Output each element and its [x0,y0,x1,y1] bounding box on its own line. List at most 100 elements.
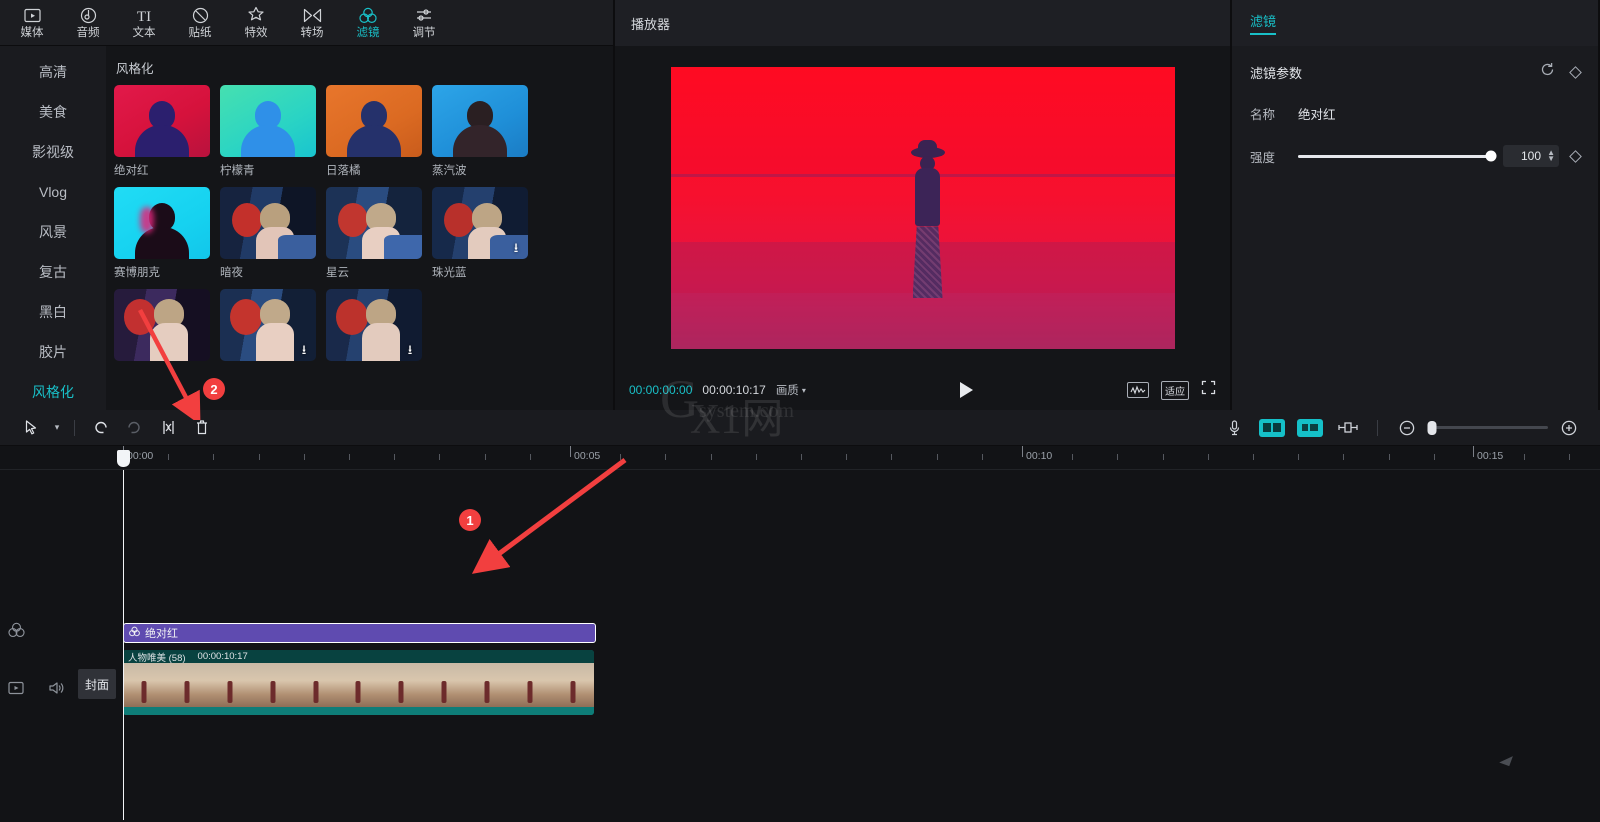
waveform-scope-icon[interactable] [1127,382,1149,398]
ruler-tick-minor [304,454,305,460]
ruler-tick-minor [1117,454,1118,460]
playhead-handle[interactable] [117,450,130,467]
filter-card-row3-2[interactable]: ⭳ [220,289,316,366]
strength-value-field[interactable]: 100 ▲▼ [1503,145,1559,167]
tab-filter[interactable]: 滤镜 [340,1,396,45]
download-icon[interactable]: ⭳ [509,241,523,255]
player-stage[interactable] [615,46,1230,370]
quantity-stepper[interactable]: ▲▼ [1547,150,1555,162]
fullscreen-icon[interactable] [1201,380,1216,400]
filter-card-dark-night[interactable]: 暗夜 [220,187,316,280]
frame-subject [442,681,447,703]
ruler-tick-minor [394,454,395,460]
download-icon[interactable]: ⭳ [297,343,311,357]
player-panel: 播放器 00:00:00:00 00:00:10:17 画质 [613,0,1232,410]
redo-button[interactable] [117,413,151,443]
filter-card-row3-3[interactable]: ⭳ [326,289,422,366]
filter-card-label: 柠檬青 [220,162,316,178]
tab-effects[interactable]: 特效 [228,1,284,45]
strength-keyframe-icon[interactable] [1569,150,1582,163]
ruler-tick-minor [259,454,260,460]
undo-button[interactable] [83,413,117,443]
tab-text[interactable]: TI 文本 [116,1,172,45]
playhead[interactable] [123,470,124,820]
filmstrip-frame [551,663,594,707]
fit-button[interactable]: 适应 [1161,381,1189,400]
filter-card-vaporwave[interactable]: 蒸汽波 [432,85,528,178]
auto-caption-button[interactable] [1255,413,1289,443]
strength-slider-fill [1298,155,1491,158]
sidebar-item-vlog[interactable]: Vlog [0,172,106,212]
tab-filter-inspector[interactable]: 滤镜 [1250,11,1276,35]
quality-selector[interactable]: 画质 ▾ [776,382,806,398]
strength-slider[interactable] [1298,155,1491,158]
sidebar-item-stylized[interactable]: 风格化 [0,372,106,410]
zoom-in-button[interactable] [1552,413,1586,443]
sidebar-item-retro[interactable]: 复古 [0,252,106,292]
play-icon[interactable] [960,382,973,398]
strength-value-text: 100 [1521,149,1541,163]
ruler-tick-minor [1208,454,1209,460]
sidebar-item-label: Vlog [39,184,67,200]
strength-slider-knob[interactable] [1486,151,1497,162]
ruler-label-3: 00:15 [1477,450,1503,462]
tab-audio[interactable]: 音频 [60,1,116,45]
person-silhouette [911,140,945,298]
tool-dropdown[interactable]: ▾ [48,413,66,443]
reset-icon[interactable] [1540,62,1555,82]
ruler-tick-minor [1389,454,1390,460]
video-track-icon[interactable] [8,680,24,701]
record-button[interactable] [1217,413,1251,443]
caption-track-button[interactable] [1293,413,1327,443]
keyframe-diamond-icon[interactable] [1569,66,1582,79]
ruler-label-2: 00:10 [1026,450,1052,462]
sidebar-item-hd[interactable]: 高清 [0,52,106,92]
video-clip[interactable]: 人物唯美 (58) 00:00:10:17 [123,650,594,715]
filter-card-absolute-red[interactable]: 绝对红 [114,85,210,178]
filter-card-label: 珠光蓝 [432,264,528,280]
filter-card-nebula[interactable]: 星云 [326,187,422,280]
filter-card-row3-1[interactable] [114,289,210,366]
filter-thumbnail [220,187,316,259]
sticker-track-icon [1297,419,1323,437]
filter-card-lemon-cyan[interactable]: 柠檬青 [220,85,316,178]
sidebar-item-food[interactable]: 美食 [0,92,106,132]
filter-thumbnail [326,85,422,157]
frame-subject [185,681,190,703]
filter-clip-label: 绝对红 [145,625,178,641]
sidebar-item-landscape[interactable]: 风景 [0,212,106,252]
tab-sticker[interactable]: 贴纸 [172,1,228,45]
frame-subject [228,681,233,703]
tab-transition[interactable]: 转场 [284,1,340,45]
sidebar-item-cinematic[interactable]: 影视级 [0,132,106,172]
split-button[interactable] [151,413,185,443]
ruler-tick [1473,446,1474,457]
zoom-out-button[interactable] [1390,413,1424,443]
filter-card-pearl-blue[interactable]: ⭳ 珠光蓝 [432,187,528,280]
tab-adjust[interactable]: 调节 [396,1,452,45]
filter-card-cyberpunk[interactable]: 赛博朋克 [114,187,210,280]
filter-card-sunset-orange[interactable]: 日落橘 [326,85,422,178]
tab-media[interactable]: 媒体 [4,1,60,45]
timeline-ruler[interactable]: 00:00 00:05 00:10 00:15 00:20 00:25 00:3… [0,446,1600,470]
sidebar-item-film[interactable]: 胶片 [0,332,106,372]
delete-button[interactable] [185,413,219,443]
mirror-button[interactable] [1331,413,1365,443]
select-tool[interactable] [14,413,48,443]
ruler-tick-minor [439,454,440,460]
filter-card-label: 日落橘 [326,162,422,178]
filter-track-icon[interactable] [8,622,25,643]
strength-slider-group: 100 ▲▼ [1298,145,1580,167]
silhouette-figure [135,101,189,157]
preview-video[interactable] [671,67,1175,349]
speaker-icon[interactable] [48,680,64,701]
download-icon[interactable]: ⭳ [403,343,417,357]
filter-grid-pane[interactable]: 风格化 绝对红 柠檬青 [106,46,613,410]
filter-clip[interactable]: 绝对红 [123,623,596,643]
cover-button[interactable]: 封面 [78,669,116,699]
ruler-tick-minor [1524,454,1525,460]
sidebar-item-blackwhite[interactable]: 黑白 [0,292,106,332]
tab-sticker-label: 贴纸 [189,27,212,39]
timeline-zoom-knob[interactable] [1428,421,1437,435]
timeline-zoom-slider[interactable] [1428,426,1548,429]
